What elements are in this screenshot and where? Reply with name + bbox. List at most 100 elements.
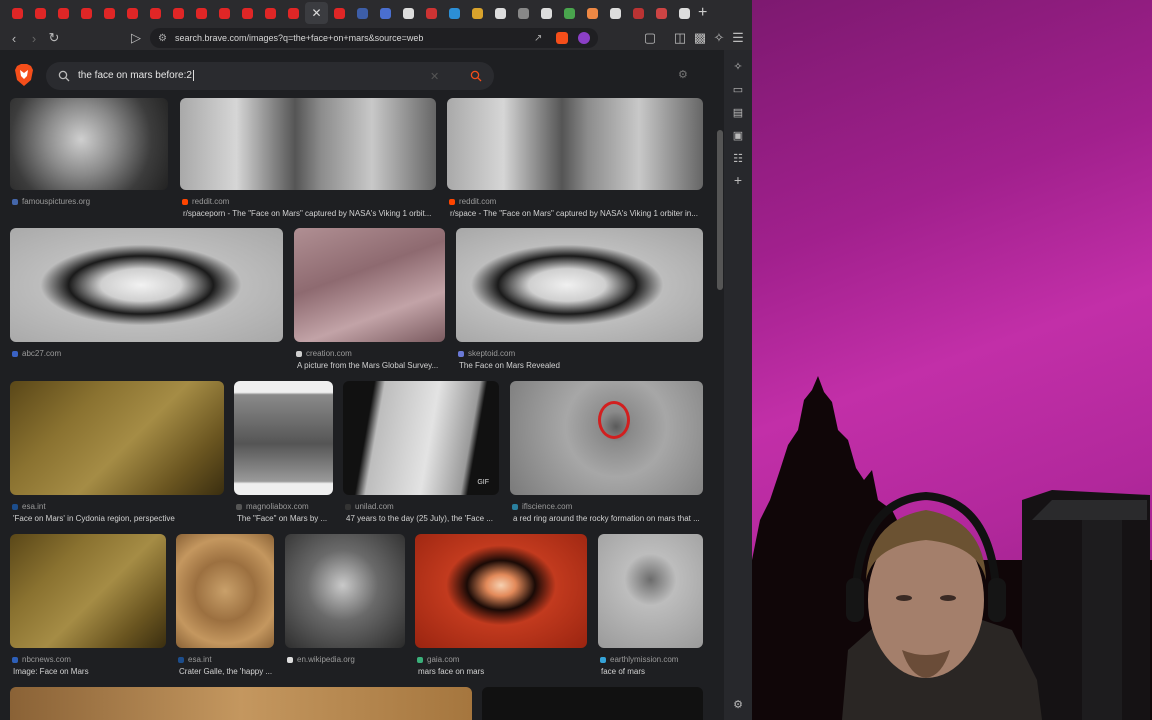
result-thumbnail[interactable] xyxy=(456,228,703,342)
leo-icon[interactable]: ✧ xyxy=(709,28,729,48)
result-thumbnail[interactable] xyxy=(10,228,283,342)
browser-tab[interactable] xyxy=(75,2,98,24)
search-input[interactable]: the face on mars before:2 xyxy=(78,70,194,82)
browser-tab[interactable] xyxy=(627,2,650,24)
brave-shields-icon[interactable] xyxy=(556,32,568,44)
sidebar-toggle-icon[interactable]: ◫ xyxy=(670,28,690,48)
result-thumbnail[interactable] xyxy=(285,534,405,648)
result-thumbnail[interactable] xyxy=(10,98,168,190)
browser-tab[interactable] xyxy=(512,2,535,24)
image-result-card[interactable]: magnoliabox.com The "Face" on Mars by ... xyxy=(234,381,333,535)
extensions-icon[interactable]: ▩ xyxy=(690,28,710,48)
browser-tab[interactable] xyxy=(282,2,305,24)
submit-search-icon[interactable] xyxy=(470,70,482,82)
result-title[interactable]: r/space - The "Face on Mars" captured by… xyxy=(450,209,704,218)
result-title[interactable]: A picture from the Mars Global Survey... xyxy=(297,361,446,370)
result-title[interactable]: mars face on mars xyxy=(418,667,588,676)
menu-icon[interactable]: ☰ xyxy=(728,28,748,48)
back-button[interactable]: ‹ xyxy=(4,28,24,48)
image-result-card[interactable]: esa.int Crater Galle, the 'happy ... xyxy=(176,534,274,688)
result-title[interactable]: 'Face on Mars' in Cydonia region, perspe… xyxy=(13,514,225,523)
bookmark-icon[interactable]: ▷ xyxy=(126,28,146,48)
result-title[interactable]: Crater Galle, the 'happy ... xyxy=(179,667,275,676)
search-box[interactable]: the face on mars before:2 ✕ xyxy=(46,62,494,90)
browser-tab[interactable] xyxy=(6,2,29,24)
site-info-icon[interactable]: ⚙ xyxy=(158,33,167,44)
browser-tab[interactable] xyxy=(604,2,627,24)
browser-tab[interactable] xyxy=(259,2,282,24)
browser-tab[interactable] xyxy=(52,2,75,24)
result-thumbnail[interactable] xyxy=(10,534,166,648)
page-scrollbar[interactable] xyxy=(716,100,724,720)
result-source[interactable]: esa.int xyxy=(178,655,212,664)
wallet-panel-icon[interactable]: ▭ xyxy=(730,81,746,97)
result-title[interactable]: a red ring around the rocky formation on… xyxy=(513,514,704,523)
browser-tab[interactable]: ✕ xyxy=(305,2,328,24)
browser-tab[interactable] xyxy=(328,2,351,24)
image-result-card[interactable]: earthlymission.com face of mars xyxy=(598,534,703,688)
image-result-card[interactable]: en.wikipedia.org xyxy=(285,534,405,688)
sidebar-settings-icon[interactable]: ⚙ xyxy=(730,696,746,712)
result-source[interactable]: reddit.com xyxy=(182,197,229,206)
wallet-icon[interactable]: ▢ xyxy=(640,28,660,48)
browser-tab[interactable] xyxy=(29,2,52,24)
browser-tab[interactable] xyxy=(581,2,604,24)
browser-tab[interactable] xyxy=(420,2,443,24)
bookmarks-panel-icon[interactable]: ▣ xyxy=(730,127,746,143)
settings-gear-icon[interactable]: ⚙ xyxy=(678,68,688,81)
result-source[interactable]: esa.int xyxy=(12,502,46,511)
result-thumbnail[interactable] xyxy=(598,534,703,648)
result-thumbnail[interactable] xyxy=(176,534,274,648)
browser-tab[interactable] xyxy=(351,2,374,24)
image-result-card[interactable]: nbcnews.com Image: Face on Mars xyxy=(10,534,166,688)
result-thumbnail[interactable] xyxy=(10,687,472,720)
result-thumbnail[interactable] xyxy=(415,534,587,648)
brave-logo-icon[interactable] xyxy=(14,64,34,86)
result-thumbnail[interactable] xyxy=(294,228,445,342)
browser-tab[interactable] xyxy=(98,2,121,24)
address-bar[interactable]: ⚙ search.brave.com/images?q=the+face+on+… xyxy=(150,28,598,48)
result-source[interactable]: en.wikipedia.org xyxy=(287,655,355,664)
browser-tab[interactable] xyxy=(213,2,236,24)
browser-tab[interactable] xyxy=(673,2,696,24)
browser-tab[interactable] xyxy=(236,2,259,24)
browser-tab[interactable] xyxy=(397,2,420,24)
result-title[interactable]: 47 years to the day (25 July), the 'Face… xyxy=(346,514,500,523)
image-result-card[interactable]: abc27.com xyxy=(10,228,283,382)
result-title[interactable]: r/spaceporn - The "Face on Mars" capture… xyxy=(183,209,437,218)
browser-tab[interactable] xyxy=(121,2,144,24)
browser-tab[interactable] xyxy=(489,2,512,24)
new-tab-button[interactable]: + xyxy=(698,4,707,22)
browser-tab[interactable] xyxy=(374,2,397,24)
result-source[interactable]: magnoliabox.com xyxy=(236,502,309,511)
result-source[interactable]: creation.com xyxy=(296,349,352,358)
image-result-card[interactable]: iflscience.com a red ring around the rock… xyxy=(510,381,703,535)
image-result-card[interactable]: gaia.com mars face on mars xyxy=(415,534,587,688)
result-thumbnail[interactable] xyxy=(180,98,436,190)
result-thumbnail[interactable] xyxy=(482,687,703,720)
result-thumbnail[interactable] xyxy=(447,98,703,190)
browser-tab[interactable] xyxy=(443,2,466,24)
browser-tab[interactable] xyxy=(558,2,581,24)
share-icon[interactable]: ↗ xyxy=(534,33,542,44)
forward-button[interactable]: › xyxy=(24,28,44,48)
browser-tab[interactable] xyxy=(535,2,558,24)
image-result-card[interactable]: esa.int 'Face on Mars' in Cydonia region,… xyxy=(10,381,224,535)
scrollbar-thumb[interactable] xyxy=(717,130,723,290)
reading-list-icon[interactable]: ☷ xyxy=(730,150,746,166)
brave-rewards-icon[interactable] xyxy=(578,32,590,44)
result-title[interactable]: The "Face" on Mars by ... xyxy=(237,514,334,523)
leo-ai-icon[interactable]: ✧ xyxy=(730,58,746,74)
result-thumbnail[interactable] xyxy=(234,381,333,495)
reload-button[interactable]: ↻ xyxy=(44,28,64,48)
result-thumbnail[interactable] xyxy=(343,381,499,495)
browser-tab[interactable] xyxy=(650,2,673,24)
result-source[interactable]: abc27.com xyxy=(12,349,61,358)
add-panel-icon[interactable]: + xyxy=(730,172,746,188)
result-thumbnail[interactable] xyxy=(10,381,224,495)
image-result-card[interactable]: creation.com A picture from the Mars Glob… xyxy=(294,228,445,382)
result-source[interactable]: iflscience.com xyxy=(512,502,572,511)
result-title[interactable]: The Face on Mars Revealed xyxy=(459,361,704,370)
result-thumbnail[interactable] xyxy=(510,381,703,495)
image-result-card[interactable]: unilad.com 47 years to the day (25 July),… xyxy=(343,381,499,535)
